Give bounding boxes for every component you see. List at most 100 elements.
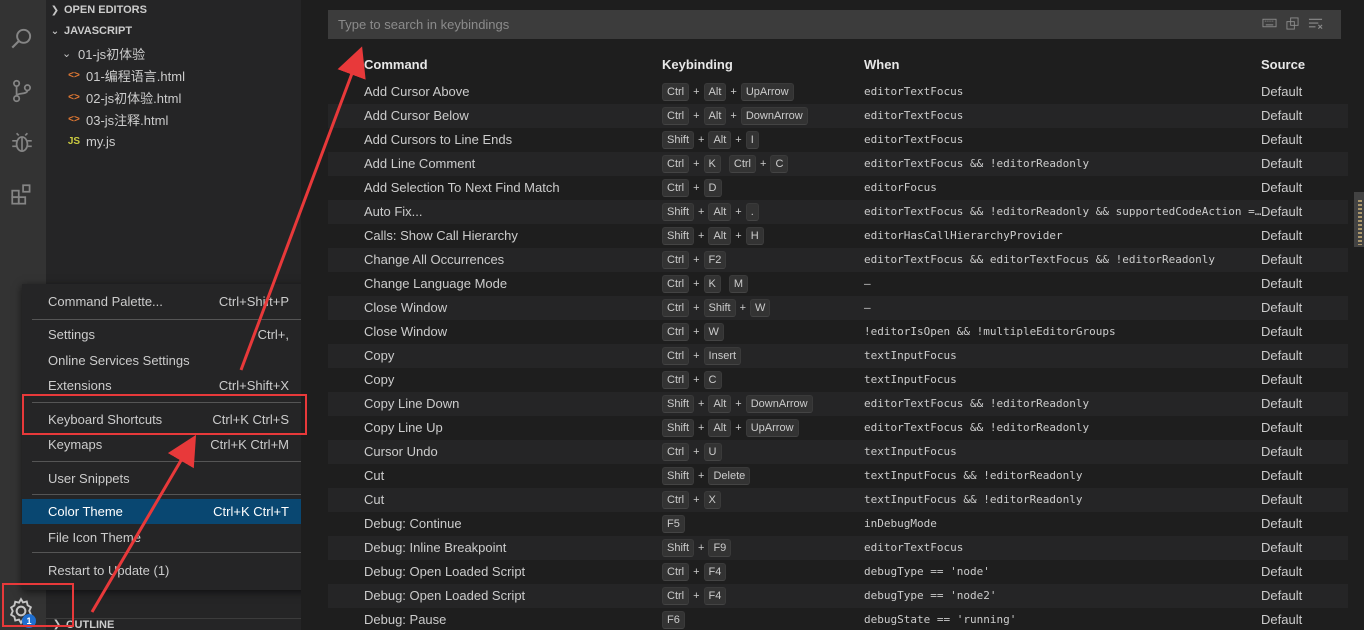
keybinding-cell: Shift + F9 (662, 539, 732, 557)
command-cell: Add Cursors to Line Ends (364, 132, 513, 147)
key-cap: Delete (708, 467, 751, 485)
command-cell: Add Selection To Next Find Match (364, 180, 560, 195)
keybinding-row[interactable]: Add Line Comment Ctrl + K Ctrl + CeditorTextFo… (328, 152, 1348, 176)
open-editors-header[interactable]: ❯ OPEN EDITORS (46, 0, 301, 20)
column-header-keybinding[interactable]: Keybinding (662, 57, 733, 72)
tree-file[interactable]: <> 03-js注释.html (46, 108, 301, 130)
command-cell: Copy (364, 348, 395, 363)
keybinding-row[interactable]: Cut Ctrl + XtextInputFocus && !editorReadon… (328, 488, 1348, 512)
key-cap: Ctrl (662, 179, 690, 197)
menu-item-label: Color Theme (48, 504, 123, 519)
when-cell: editorHasCallHierarchyProvider (864, 229, 1063, 242)
keybinding-row[interactable]: Debug: Open Loaded Script Ctrl + F4 debugTyp… (328, 584, 1348, 608)
menu-separator (32, 494, 305, 495)
column-header-command[interactable]: Command (364, 57, 428, 72)
chevron-down-icon: ⌄ (50, 25, 60, 37)
source-cell: Default (1261, 300, 1303, 315)
key-cap: Ctrl (662, 563, 690, 581)
keybinding-cell: Ctrl + F2 (662, 251, 727, 269)
key-plus: + (735, 206, 742, 218)
menu-item-label: Online Services Settings (48, 353, 190, 368)
key-plus: + (735, 398, 742, 410)
keybinding-row[interactable]: Copy Ctrl + Insert textInputFocus Default (328, 344, 1348, 368)
key-plus: + (693, 350, 700, 362)
source-cell: Default (1261, 84, 1303, 99)
keybinding-row[interactable]: Debug: Open Loaded Script Ctrl + F4 debugTyp… (328, 560, 1348, 584)
keybinding-row[interactable]: Close Window Ctrl + Shift + W — Default (328, 296, 1348, 320)
tree-folder[interactable]: ⌄ 01-js初体验 (46, 42, 301, 64)
menu-item-file-icon-theme[interactable]: File Icon Theme (22, 525, 315, 550)
menu-item-color-theme[interactable]: Color Theme Ctrl+K Ctrl+T (22, 499, 315, 524)
menu-item-settings[interactable]: Settings Ctrl+, (22, 322, 315, 347)
menu-item-user-snippets[interactable]: User Snippets (22, 466, 315, 491)
keybinding-row[interactable]: Close Window Ctrl + W !editorIsOpen && !mult… (328, 320, 1348, 344)
menu-item-online-services-settings[interactable]: Online Services Settings (22, 348, 315, 373)
key-cap: X (703, 491, 721, 509)
keybinding-row[interactable]: Add Cursors to Line Ends Shift + Alt + Iedito… (328, 128, 1348, 152)
key-cap: Shift (662, 227, 695, 245)
keybinding-row[interactable]: Copy Line Down Shift + Alt + DownArrow editorT… (328, 392, 1348, 416)
command-cell: Add Cursor Above (364, 84, 470, 99)
command-cell: Change All Occurrences (364, 252, 505, 267)
menu-item-label: Restart to Update (1) (48, 563, 170, 578)
keybinding-row[interactable]: Copy Ctrl + CtextInputFocus Default (328, 368, 1348, 392)
key-cap: F2 (703, 251, 727, 269)
keybinding-row[interactable]: Auto Fix... Shift + Alt +. editorTextFocus &&… (328, 200, 1348, 224)
keybinding-row[interactable]: Change All Occurrences Ctrl + F2 editorTextF… (328, 248, 1348, 272)
folder-label: 01-js初体验 (78, 46, 146, 62)
keybinding-row[interactable]: Debug: Pause F6 debugState == 'running' Def… (328, 608, 1348, 630)
tree-file[interactable]: <> 01-编程语言.html (46, 64, 301, 86)
keybinding-row[interactable]: Change Language Mode Ctrl + K M — Default (328, 272, 1348, 296)
key-plus: + (739, 302, 746, 314)
debug-icon[interactable] (7, 128, 37, 158)
key-cap: C (770, 155, 789, 173)
key-cap: Alt (703, 107, 727, 125)
keybinding-row[interactable]: Cut Shift + Delete textInputFocus && !editor… (328, 464, 1348, 488)
open-json-icon[interactable] (1285, 17, 1300, 30)
search-icon[interactable] (7, 24, 37, 54)
key-cap: UpArrow (745, 419, 799, 437)
column-header-source[interactable]: Source (1261, 57, 1305, 72)
outline-header[interactable]: ❯ OUTLINE (46, 618, 301, 630)
clear-filter-icon[interactable] (1308, 17, 1323, 30)
menu-item-command-palette[interactable]: Command Palette... Ctrl+Shift+P (22, 289, 315, 314)
keybinding-row[interactable]: Debug: Continue F5 inDebugMode Default (328, 512, 1348, 536)
tree-file[interactable]: <> 02-js初体验.html (46, 86, 301, 108)
file-label: 03-js注释.html (86, 112, 169, 128)
html-file-icon: <> (68, 113, 80, 125)
menu-item-restart-to-update[interactable]: Restart to Update (1) (22, 558, 315, 583)
search-actions (1262, 17, 1323, 30)
key-cap: F5 (662, 515, 685, 533)
extensions-icon[interactable] (7, 180, 37, 210)
keybinding-row[interactable]: Calls: Show Call Hierarchy Shift + Alt + Hedi… (328, 224, 1348, 248)
javascript-folder-header[interactable]: ⌄ JAVASCRIPT (46, 21, 301, 41)
key-cap: . (745, 203, 759, 221)
source-cell: Default (1261, 108, 1303, 123)
keybinding-row[interactable]: Add Cursor Below Ctrl + Alt + DownArrow editor… (328, 104, 1348, 128)
column-header-when[interactable]: When (864, 57, 899, 72)
source-cell: Default (1261, 252, 1303, 267)
command-cell: Add Line Comment (364, 156, 476, 171)
scrollbar-overview-marks (1358, 200, 1362, 245)
source-cell: Default (1261, 372, 1303, 387)
tree-file[interactable]: JS my.js (46, 130, 301, 152)
keybinding-row[interactable]: Cursor Undo Ctrl + UtextInputFocus Default (328, 440, 1348, 464)
keybinding-row[interactable]: Copy Line Up Shift + Alt + UpArrow editorTextF… (328, 416, 1348, 440)
menu-item-keymaps[interactable]: Keymaps Ctrl+K Ctrl+M (22, 432, 315, 457)
keybindings-search-input[interactable]: Type to search in keybindings (328, 10, 1341, 39)
source-cell: Default (1261, 468, 1303, 483)
source-cell: Default (1261, 396, 1303, 411)
keybinding-row[interactable]: Add Cursor Above Ctrl + Alt + UpArrow editorTe… (328, 80, 1348, 104)
keyboard-icon[interactable] (1262, 17, 1277, 30)
source-control-icon[interactable] (7, 76, 37, 106)
source-cell: Default (1261, 180, 1303, 195)
keybinding-row[interactable]: Add Selection To Next Find Match Ctrl + Ded… (328, 176, 1348, 200)
key-cap: Shift (662, 395, 695, 413)
keybinding-row[interactable]: Debug: Inline Breakpoint Shift + F9 editorTe… (328, 536, 1348, 560)
source-cell: Default (1261, 324, 1303, 339)
when-cell: editorFocus (864, 181, 937, 194)
key-cap: Alt (708, 419, 732, 437)
source-cell: Default (1261, 420, 1303, 435)
command-cell: Copy Line Up (364, 420, 443, 435)
key-plus: + (760, 158, 767, 170)
